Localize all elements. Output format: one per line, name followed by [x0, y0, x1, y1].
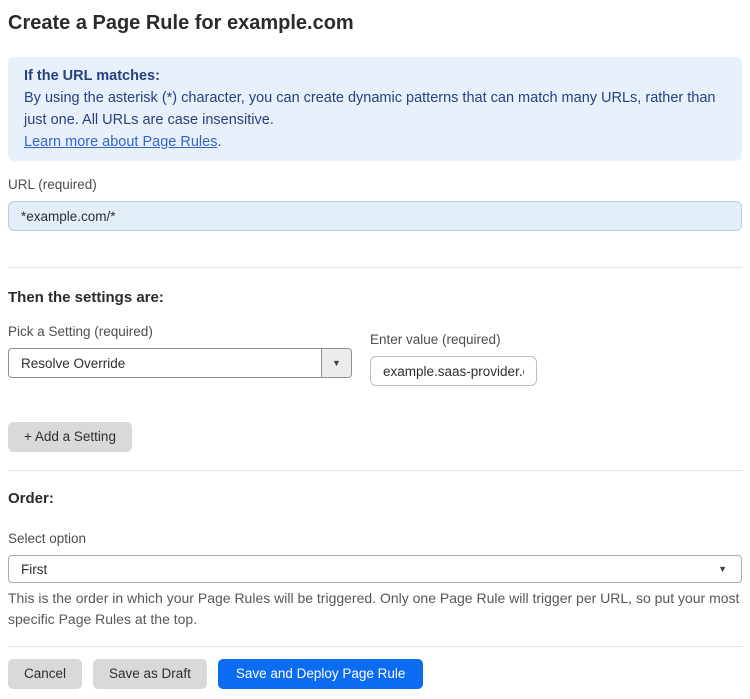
setting-column: Pick a Setting (required) Resolve Overri…: [8, 324, 352, 378]
setting-select[interactable]: Resolve Override ▼: [8, 348, 352, 378]
add-setting-button[interactable]: + Add a Setting: [8, 422, 132, 452]
url-input[interactable]: [8, 201, 742, 231]
setting-select-caret-box: ▼: [321, 349, 351, 377]
settings-heading: Then the settings are:: [8, 289, 164, 306]
order-select[interactable]: First ▼: [8, 555, 742, 583]
divider: [8, 646, 742, 647]
caret-down-icon: ▼: [718, 563, 727, 574]
divider: [8, 470, 742, 471]
cancel-button[interactable]: Cancel: [8, 659, 83, 689]
footer-actions: Cancel Save as Draft Save and Deploy Pag…: [8, 659, 742, 689]
setting-label: Pick a Setting (required): [8, 324, 153, 339]
divider: [8, 267, 742, 268]
value-column: Enter value (required): [370, 332, 537, 386]
order-help-text: This is the order in which your Page Rul…: [8, 590, 740, 627]
link-suffix: .: [217, 134, 222, 150]
url-label: URL (required): [8, 177, 97, 192]
setting-value-input[interactable]: [370, 356, 537, 386]
info-box-body: By using the asterisk (*) character, you…: [24, 90, 716, 128]
caret-down-icon: ▼: [332, 357, 341, 368]
order-select-value: First: [21, 561, 48, 577]
setting-value-label: Enter value (required): [370, 332, 501, 347]
info-box-link-line: Learn more about Page Rules.: [24, 131, 726, 153]
save-and-deploy-button[interactable]: Save and Deploy Page Rule: [217, 659, 424, 689]
url-field: URL (required): [8, 177, 742, 231]
order-select-caret-wrap: ▼: [704, 556, 741, 582]
learn-more-link[interactable]: Learn more about Page Rules: [24, 134, 217, 150]
setting-select-value: Resolve Override: [21, 355, 126, 371]
page-title: Create a Page Rule for example.com: [8, 12, 354, 34]
settings-row: Pick a Setting (required) Resolve Overri…: [8, 324, 742, 386]
save-as-draft-button[interactable]: Save as Draft: [93, 659, 207, 689]
info-box-heading: If the URL matches:: [24, 68, 160, 84]
order-heading: Order:: [8, 490, 54, 507]
order-select-label: Select option: [8, 531, 87, 546]
url-match-info-box: If the URL matches: By using the asteris…: [8, 57, 742, 161]
